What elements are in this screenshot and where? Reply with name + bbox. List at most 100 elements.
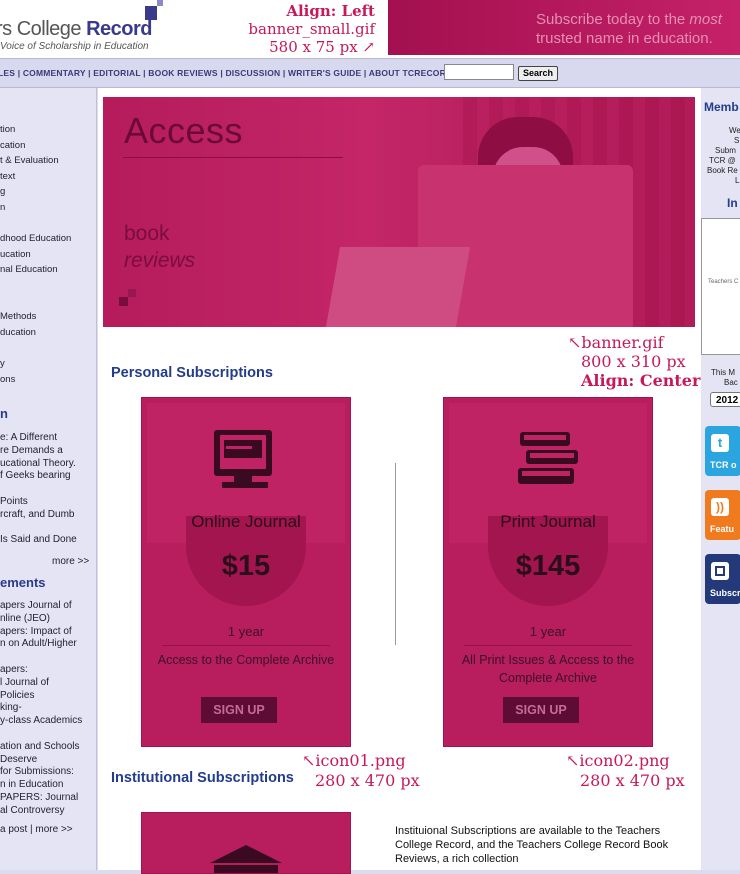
- print-journal-desc: All Print Issues & Access to the Complet…: [461, 653, 635, 685]
- topic-link[interactable]: text: [0, 171, 15, 182]
- search-button[interactable]: Search: [518, 66, 558, 81]
- subscribe-icon: [711, 562, 729, 580]
- topic-link[interactable]: nal Education: [0, 264, 58, 275]
- banner-line1: Subscribe today to the: [536, 11, 686, 28]
- subscribe-button[interactable]: Subscr: [705, 554, 740, 604]
- announcement-link[interactable]: apers:: [0, 664, 28, 677]
- topic-link[interactable]: n: [0, 202, 5, 213]
- announcement-link[interactable]: Policies: [0, 690, 34, 703]
- logo-main: rs College: [0, 18, 87, 40]
- icon02-annotation-size: 280 x 470 px: [580, 771, 685, 790]
- article-link[interactable]: Points: [0, 496, 28, 509]
- card-divider: [395, 463, 396, 645]
- member-item-0[interactable]: We: [729, 126, 740, 135]
- cover-text: Teachers C: [708, 279, 739, 285]
- topic-link[interactable]: g: [0, 186, 5, 197]
- search-input[interactable]: [444, 64, 514, 80]
- topic-link[interactable]: cation: [0, 140, 25, 151]
- twitter-button[interactable]: t TCR o: [705, 426, 740, 476]
- subscribe-label: Subscr: [710, 588, 740, 598]
- announcement-link[interactable]: y-class Academics: [0, 715, 82, 728]
- members-heading: Memb: [704, 100, 739, 114]
- announcement-link[interactable]: PAPERS: Journal: [0, 792, 78, 805]
- online-journal-card: Online Journal $15 1 year Access to the …: [141, 397, 351, 747]
- month-label-1: This M: [711, 368, 735, 377]
- announcement-link[interactable]: king-: [0, 702, 22, 715]
- sidebar-heading-articles: n: [0, 406, 8, 421]
- banner-annotation-align-text: Align: Center: [581, 371, 701, 390]
- more-announcements-link[interactable]: a post | more >>: [0, 824, 73, 837]
- topic-link[interactable]: ons: [0, 374, 15, 385]
- print-journal-card: Print Journal $145 1 year All Print Issu…: [443, 397, 653, 747]
- print-journal-term: 1 year: [529, 624, 567, 639]
- online-journal-term: 1 year: [227, 624, 265, 639]
- more-articles-link[interactable]: more >>: [52, 556, 89, 569]
- topic-link[interactable]: ducation: [0, 327, 36, 338]
- member-item-4[interactable]: Book Re: [707, 166, 738, 175]
- logo-bold: Record: [86, 18, 153, 40]
- print-journal-signup-button[interactable]: SIGN UP: [503, 697, 579, 723]
- article-link[interactable]: re Demands a: [0, 445, 63, 458]
- print-journal-price: $145: [515, 550, 581, 582]
- topic-link[interactable]: ucation: [0, 249, 31, 260]
- banner-annotation-align: Align: Center: [581, 371, 700, 390]
- topic-link[interactable]: Methods: [0, 311, 36, 322]
- announcement-link[interactable]: ation and Schools: [0, 741, 80, 754]
- announcement-link[interactable]: al Controversy: [0, 805, 64, 818]
- announcement-link[interactable]: nline (JEO): [0, 613, 50, 626]
- topic-link[interactable]: y: [0, 358, 5, 369]
- announcement-link[interactable]: for Submissions:: [0, 766, 74, 779]
- journal-cover[interactable]: Teachers C: [701, 218, 740, 355]
- issue-heading: In: [727, 196, 738, 210]
- announcement-link[interactable]: l Journal of: [0, 677, 49, 690]
- announcement-link[interactable]: apers Journal of: [0, 600, 72, 613]
- article-link[interactable]: e: A Different: [0, 432, 57, 445]
- year-select[interactable]: 2012: [710, 392, 740, 407]
- online-journal-desc: Access to the Complete Archive: [157, 653, 335, 667]
- twitter-icon: t: [711, 434, 729, 452]
- article-link[interactable]: ucational Theory.: [0, 458, 76, 471]
- books-icon: [518, 432, 578, 484]
- hero-sub2: reviews: [124, 249, 196, 272]
- icon01-annotation-file: ↖icon01.png: [302, 751, 406, 770]
- topic-link[interactable]: dhood Education: [0, 233, 71, 244]
- rss-button[interactable]: )) Featu: [705, 490, 740, 540]
- announcement-link[interactable]: apers: Impact of: [0, 626, 72, 639]
- nav-links[interactable]: LES | COMMENTARY | EDITORIAL | BOOK REVI…: [0, 68, 452, 78]
- announcement-link[interactable]: n in Education: [0, 779, 63, 792]
- announcement-link[interactable]: Deserve: [0, 754, 37, 767]
- hero-subtitle: book reviews: [124, 220, 195, 274]
- banner-small-annotation: Align: Left banner_small.gif 580 x 75 px…: [200, 2, 375, 56]
- sidebar-heading-announcements: ements: [0, 575, 46, 590]
- institutional-text: Instituional Subscriptions are available…: [395, 825, 669, 865]
- institutional-subscriptions-heading: Institutional Subscriptions: [111, 770, 294, 786]
- site-logo[interactable]: rs College Record: [0, 18, 153, 41]
- announcement-link[interactable]: n on Adult/Higher: [0, 638, 77, 651]
- hero-title: Access: [124, 110, 244, 151]
- member-item-3[interactable]: TCR @: [709, 156, 736, 165]
- hero-sub1: book: [124, 222, 170, 245]
- article-link[interactable]: Is Said and Done: [0, 534, 77, 547]
- subscribe-banner-text: Subscribe today to the most trusted name…: [536, 10, 722, 48]
- online-journal-price: $15: [221, 550, 271, 582]
- article-link[interactable]: rcraft, and Dumb: [0, 509, 74, 522]
- print-journal-title: Print Journal: [500, 512, 596, 531]
- topic-link[interactable]: tion: [0, 124, 15, 135]
- member-item-1[interactable]: S: [734, 136, 739, 145]
- member-item-5[interactable]: L: [735, 176, 739, 185]
- computer-icon: [214, 430, 272, 488]
- member-item-2[interactable]: Subm: [715, 146, 736, 155]
- online-journal-signup-button[interactable]: SIGN UP: [201, 697, 277, 723]
- article-link[interactable]: f Geeks bearing: [0, 470, 71, 483]
- topic-link[interactable]: t & Evaluation: [0, 155, 59, 166]
- left-sidebar: tion cation t & Evaluation text g n dhood Educ…: [0, 88, 97, 870]
- banner-line2: trusted name in education.: [536, 30, 713, 47]
- banner-annotation-file: ↖banner.gif: [568, 333, 664, 352]
- institution-card: [141, 812, 351, 874]
- online-journal-title: Online Journal: [191, 512, 301, 531]
- annotation-filename: banner_small.gif: [248, 20, 375, 38]
- logo-tagline: Voice of Scholarship in Education: [0, 41, 149, 52]
- rss-icon: )): [711, 498, 729, 516]
- personal-subscriptions-heading: Personal Subscriptions: [111, 365, 273, 381]
- twitter-label: TCR o: [710, 460, 737, 470]
